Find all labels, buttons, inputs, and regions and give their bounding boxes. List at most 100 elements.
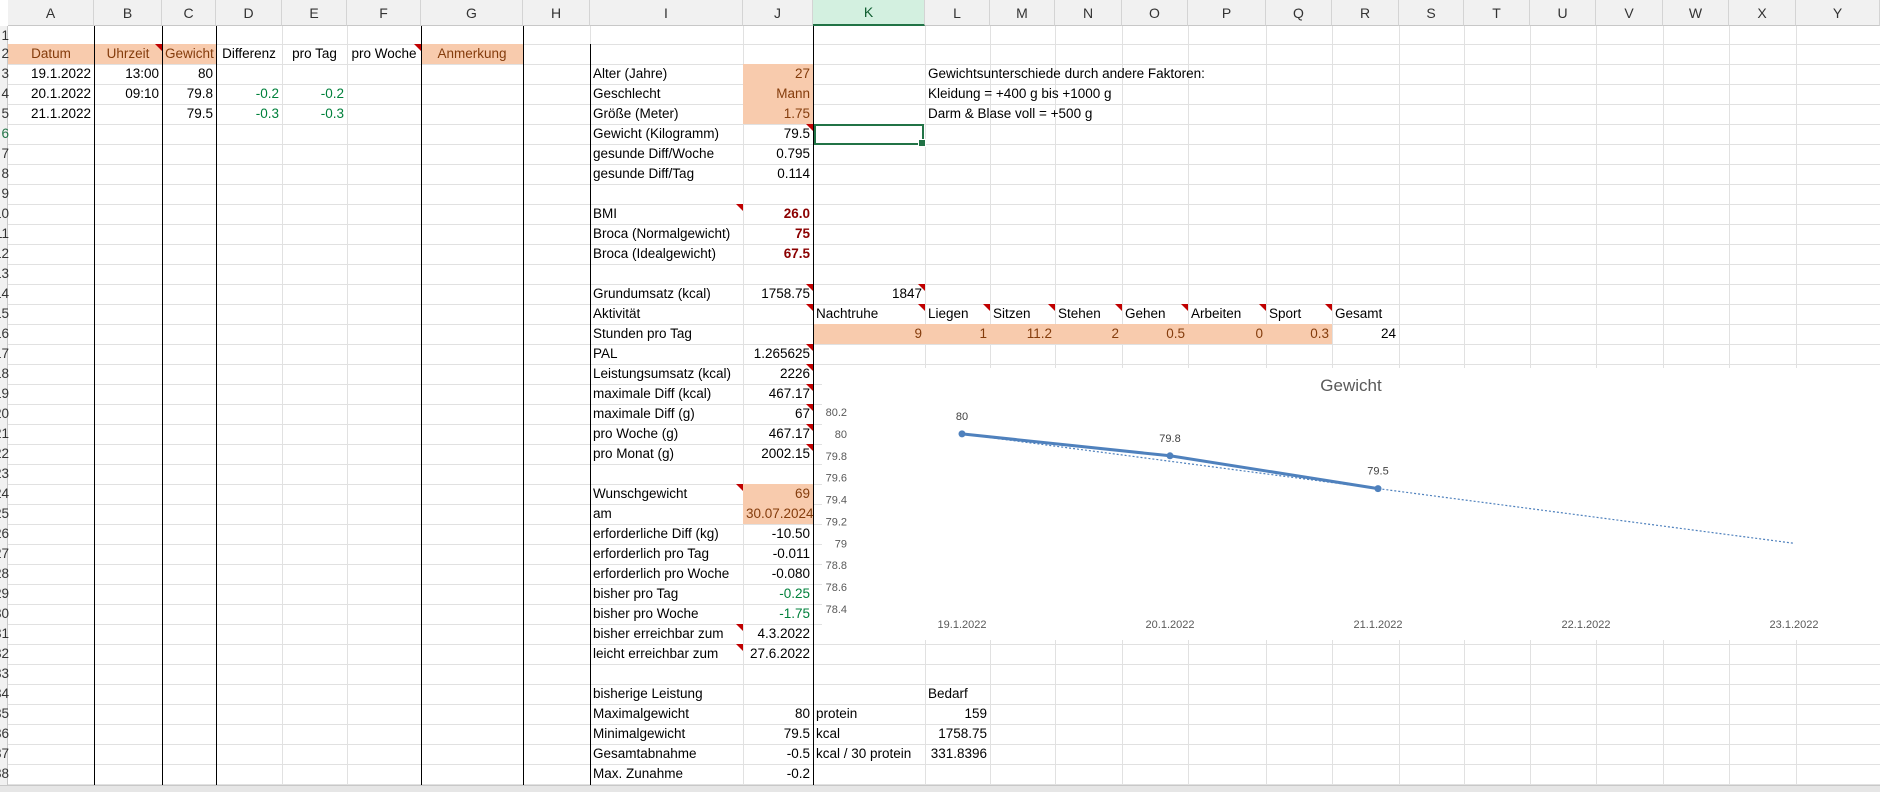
required-per-day-label[interactable]: erforderlich pro Tag — [590, 544, 743, 564]
activity-label-gesamt[interactable]: Gesamt — [1332, 304, 1399, 324]
comment-indicator[interactable] — [414, 44, 421, 51]
row-header-19[interactable]: 19 — [0, 386, 9, 404]
activity-label-arbeiten[interactable]: Arbeiten — [1188, 304, 1266, 324]
comment-indicator[interactable] — [918, 284, 925, 291]
power-rate-label[interactable]: Leistungsumsatz (kcal) — [590, 364, 743, 384]
required-per-week-label[interactable]: erforderlich pro Woche — [590, 564, 743, 584]
per-day-cell[interactable]: -0.3 — [282, 104, 347, 124]
performance-so-far-value[interactable] — [743, 684, 813, 704]
column-header-n[interactable]: N — [1055, 0, 1122, 26]
column-header-w[interactable]: W — [1663, 0, 1729, 26]
column-header-y[interactable]: Y — [1796, 0, 1880, 26]
activity-hours-arbeiten[interactable]: 0 — [1188, 324, 1266, 344]
max-gain-label[interactable]: Max. Zunahme — [590, 764, 743, 784]
row-header-12[interactable]: 12 — [0, 246, 9, 264]
row-header-34[interactable]: 34 — [0, 686, 9, 704]
row-header-4[interactable]: 4 — [0, 86, 9, 104]
basal-rate-alt-value[interactable]: 1847 — [813, 284, 925, 304]
comment-indicator[interactable] — [1181, 304, 1188, 311]
difference-cell[interactable]: -0.2 — [216, 84, 282, 104]
activity-label-sitzen[interactable]: Sitzen — [990, 304, 1055, 324]
weight-cell[interactable]: 79.8 — [162, 84, 216, 104]
row-header-22[interactable]: 22 — [0, 446, 9, 464]
weight-cell[interactable]: 80 — [162, 64, 216, 84]
activity-hours-sport[interactable]: 0.3 — [1266, 324, 1332, 344]
max-gain-value[interactable]: -0.2 — [743, 764, 813, 784]
row-header-7[interactable]: 7 — [0, 146, 9, 164]
column-header-e[interactable]: E — [282, 0, 347, 26]
comment-indicator[interactable] — [806, 364, 813, 371]
row-header-26[interactable]: 26 — [0, 526, 9, 544]
activity-hours-gehen[interactable]: 0.5 — [1122, 324, 1188, 344]
row-header-8[interactable]: 8 — [0, 166, 9, 184]
so-far-reachable-label[interactable]: bisher erreichbar zum — [590, 624, 743, 644]
total-loss-value[interactable]: -0.5 — [743, 744, 813, 764]
comment-indicator[interactable] — [983, 304, 990, 311]
row-header-14[interactable]: 14 — [0, 286, 9, 304]
log-header-datum[interactable]: Datum — [8, 44, 94, 64]
row-header-15[interactable]: 15 — [0, 306, 9, 324]
row-header-20[interactable]: 20 — [0, 406, 9, 424]
bmi-label[interactable]: BMI — [590, 204, 743, 224]
comment-indicator[interactable] — [1115, 304, 1122, 311]
total-loss-label[interactable]: Gesamtabnahme — [590, 744, 743, 764]
row-header-37[interactable]: 37 — [0, 746, 9, 764]
comment-indicator[interactable] — [1325, 304, 1332, 311]
comment-indicator[interactable] — [1048, 304, 1055, 311]
max-diff-kcal-value[interactable]: 467.17 — [743, 384, 813, 404]
target-weight-label[interactable]: Wunschgewicht — [590, 484, 743, 504]
max-weight-value[interactable]: 80 — [743, 704, 813, 724]
age-value[interactable]: 27 — [743, 64, 813, 84]
required-diff-label[interactable]: erforderliche Diff (kg) — [590, 524, 743, 544]
comment-indicator[interactable] — [806, 404, 813, 411]
column-header-a[interactable]: A — [8, 0, 94, 26]
column-header-o[interactable]: O — [1122, 0, 1188, 26]
activity-value[interactable] — [743, 304, 813, 324]
basal-rate-value[interactable]: 1758.75 — [743, 284, 813, 304]
column-header-f[interactable]: F — [347, 0, 421, 26]
row-header-10[interactable]: 10 — [0, 206, 9, 224]
comment-indicator[interactable] — [806, 344, 813, 351]
activity-hours-gesamt[interactable]: 24 — [1332, 324, 1399, 344]
difference-cell[interactable] — [216, 64, 282, 84]
column-header-d[interactable]: D — [216, 0, 282, 26]
activity-label-nachtruhe[interactable]: Nachtruhe — [813, 304, 925, 324]
so-far-reachable-value[interactable]: 4.3.2022 — [743, 624, 813, 644]
comment-indicator[interactable] — [918, 304, 925, 311]
bedarf-value[interactable]: 331.8396 — [925, 744, 990, 764]
note-text[interactable]: Kleidung = +400 g bis +1000 g — [925, 84, 1464, 104]
power-rate-value[interactable]: 2226 — [743, 364, 813, 384]
column-header-i[interactable]: I — [590, 0, 743, 26]
weight-value[interactable]: 79.5 — [743, 124, 813, 144]
comment-indicator[interactable] — [1259, 304, 1266, 311]
note-text[interactable]: Darm & Blase voll = +500 g — [925, 104, 1464, 124]
min-weight-value[interactable]: 79.5 — [743, 724, 813, 744]
gender-value[interactable]: Mann — [743, 84, 813, 104]
age-label[interactable]: Alter (Jahre) — [590, 64, 743, 84]
row-header-38[interactable]: 38 — [0, 766, 9, 784]
comment-indicator[interactable] — [736, 624, 743, 631]
comment-indicator[interactable] — [806, 304, 813, 311]
broca-normal-value[interactable]: 75 — [743, 224, 813, 244]
required-per-week-value[interactable]: -0.080 — [743, 564, 813, 584]
broca-ideal-label[interactable]: Broca (Idealgewicht) — [590, 244, 743, 264]
required-per-day-value[interactable]: -0.011 — [743, 544, 813, 564]
log-header-anmerkung[interactable]: Anmerkung — [421, 44, 523, 64]
row-header-31[interactable]: 31 — [0, 626, 9, 644]
hours-per-day-label[interactable]: Stunden pro Tag — [590, 324, 743, 344]
log-header-uhrzeit[interactable]: Uhrzeit — [94, 44, 162, 64]
row-header-2[interactable]: 2 — [0, 46, 9, 64]
selected-cell[interactable] — [814, 124, 926, 147]
max-diff-kcal-label[interactable]: maximale Diff (kcal) — [590, 384, 743, 404]
comment-indicator[interactable] — [736, 484, 743, 491]
log-header-pro-woche[interactable]: pro Woche — [347, 44, 421, 64]
row-header-32[interactable]: 32 — [0, 646, 9, 664]
bedarf-value[interactable]: 1758.75 — [925, 724, 990, 744]
so-far-per-week-label[interactable]: bisher pro Woche — [590, 604, 743, 624]
column-header-c[interactable]: C — [162, 0, 216, 26]
row-header-23[interactable]: 23 — [0, 466, 9, 484]
log-header-differenz[interactable]: Differenz — [216, 44, 282, 64]
basal-rate-label[interactable]: Grundumsatz (kcal) — [590, 284, 743, 304]
broca-normal-label[interactable]: Broca (Normalgewicht) — [590, 224, 743, 244]
min-weight-label[interactable]: Minimalgewicht — [590, 724, 743, 744]
